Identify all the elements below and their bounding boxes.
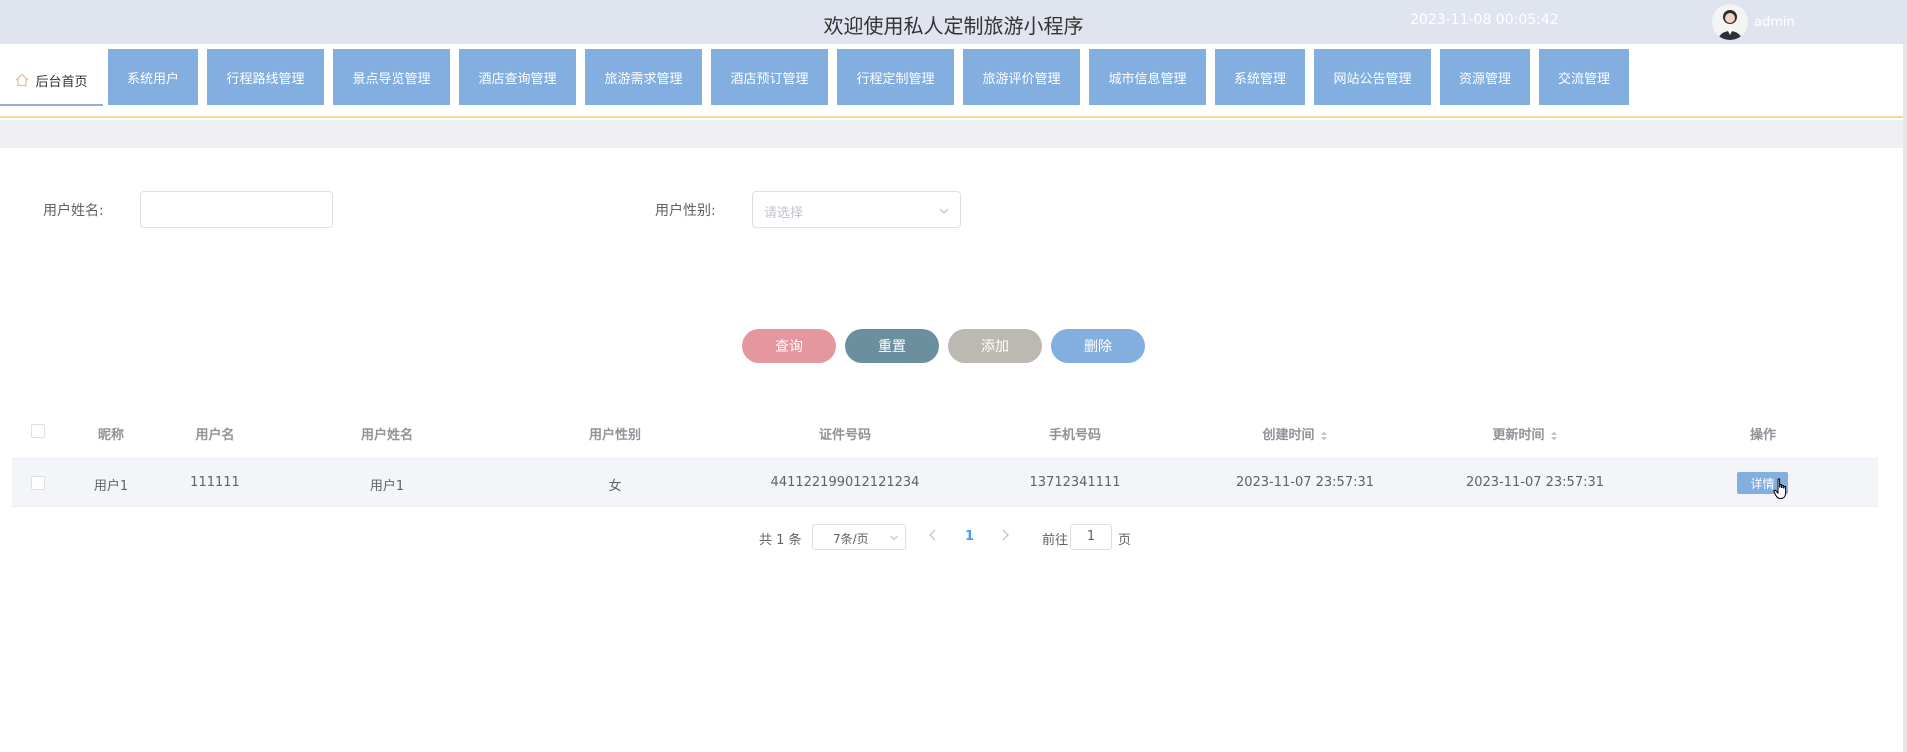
username-label[interactable]: admin (1754, 15, 1795, 30)
nav-item-city-info[interactable]: 城市信息管理 (1089, 49, 1206, 105)
nav-item-routes[interactable]: 行程路线管理 (207, 49, 324, 105)
user-avatar[interactable] (1712, 4, 1748, 40)
select-all-checkbox[interactable] (31, 424, 45, 438)
reset-button[interactable]: 重置 (845, 329, 939, 363)
chevron-down-icon (890, 535, 898, 541)
col-header-phone: 手机号码 (1048, 428, 1101, 443)
nav-item-custom-trips[interactable]: 行程定制管理 (837, 49, 954, 105)
delete-button[interactable]: 删除 (1051, 329, 1145, 363)
nav-item-hotel-booking[interactable]: 酒店预订管理 (711, 49, 828, 105)
tab-home-label: 后台首页 (35, 74, 88, 90)
row-checkbox[interactable] (31, 476, 45, 490)
nav-item-announcements[interactable]: 网站公告管理 (1314, 49, 1431, 105)
add-button[interactable]: 添加 (948, 329, 1042, 363)
next-page-icon[interactable] (999, 528, 1011, 542)
cell-nickname: 用户1 (93, 479, 129, 494)
nav-item-communication[interactable]: 交流管理 (1539, 49, 1629, 105)
chevron-down-icon (939, 208, 949, 214)
cell-realname: 用户1 (369, 479, 405, 494)
current-datetime: 2023-11-08 00:05:42 (1410, 12, 1559, 28)
col-header-realname: 用户姓名 (360, 428, 413, 443)
col-header-actions: 操作 (1749, 428, 1776, 443)
cell-updated: 2023-11-07 23:57:31 (1465, 475, 1605, 490)
user-gender-select[interactable]: 请选择 (752, 191, 961, 228)
cell-created: 2023-11-07 23:57:31 (1235, 475, 1375, 490)
pagination-total: 共 1 条 (759, 533, 802, 548)
cell-id-number: 441122199012121234 (770, 475, 920, 490)
col-header-id-number: 证件号码 (818, 428, 871, 443)
col-header-updated: 更新时间 (1492, 428, 1545, 443)
cell-username: 111111 (190, 475, 240, 490)
nav-item-resources[interactable]: 资源管理 (1440, 49, 1530, 105)
gender-select-placeholder: 请选择 (764, 206, 804, 221)
sort-caret-icon[interactable] (1550, 430, 1558, 442)
cell-phone: 13712341111 (1029, 475, 1121, 490)
main-nav: 后台首页 系统用户 行程路线管理 景点导览管理 酒店查询管理 旅游需求管理 酒店… (0, 44, 1907, 118)
goto-page-input[interactable]: 1 (1070, 524, 1112, 550)
current-page-number[interactable]: 1 (965, 529, 974, 544)
goto-label: 前往 (1042, 533, 1069, 548)
nav-item-travel-needs[interactable]: 旅游需求管理 (585, 49, 702, 105)
home-icon (16, 73, 29, 87)
tab-home[interactable]: 后台首页 (0, 56, 103, 106)
page-size-select[interactable]: 7条/页 (812, 524, 906, 550)
col-header-created: 创建时间 (1262, 428, 1315, 443)
user-name-label: 用户姓名: (43, 203, 104, 219)
col-header-username: 用户名 (195, 428, 235, 443)
nav-item-attractions[interactable]: 景点导览管理 (333, 49, 450, 105)
prev-page-icon[interactable] (927, 528, 939, 542)
page-suffix-label: 页 (1118, 533, 1132, 548)
top-header: 欢迎使用私人定制旅游小程序 2023-11-08 00:05:42 admin (0, 0, 1907, 44)
nav-item-system[interactable]: 系统管理 (1215, 49, 1305, 105)
col-header-updated-wrap[interactable]: 更新时间 (1485, 424, 1565, 443)
nav-item-hotel-query[interactable]: 酒店查询管理 (459, 49, 576, 105)
nav-item-system-users[interactable]: 系统用户 (108, 49, 198, 105)
page-scrollbar[interactable] (1903, 44, 1907, 752)
content-top-strip (0, 120, 1907, 148)
app-title: 欢迎使用私人定制旅游小程序 (823, 14, 1084, 38)
col-header-created-wrap[interactable]: 创建时间 (1255, 424, 1335, 443)
query-button[interactable]: 查询 (742, 329, 836, 363)
user-name-input[interactable] (140, 191, 333, 228)
nav-item-reviews[interactable]: 旅游评价管理 (963, 49, 1080, 105)
col-header-nickname: 昵称 (97, 428, 124, 443)
sort-caret-icon[interactable] (1320, 430, 1328, 442)
user-gender-label: 用户性别: (655, 203, 716, 219)
page-size-value: 7条/页 (833, 532, 869, 546)
cell-gender: 女 (608, 479, 622, 494)
hand-cursor-icon (1773, 478, 1787, 499)
col-header-gender: 用户性别 (588, 428, 641, 443)
